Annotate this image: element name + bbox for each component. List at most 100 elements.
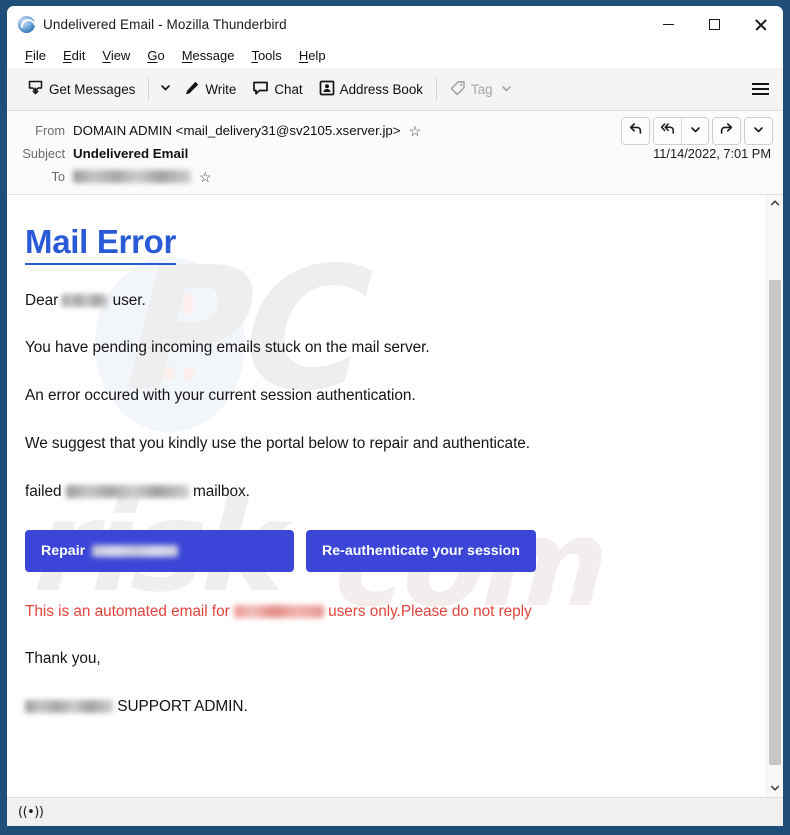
greeting-prefix: Dear	[25, 291, 59, 309]
reauthenticate-button[interactable]: Re-authenticate your session	[306, 529, 536, 572]
hamburger-menu-icon-bar2	[751, 88, 769, 90]
message-action-buttons	[621, 117, 773, 145]
failed-email-redacted	[65, 484, 189, 498]
scroll-up-button[interactable]	[767, 195, 783, 212]
chevron-down-icon	[690, 122, 701, 140]
address-book-button[interactable]: Address Book	[311, 74, 431, 104]
maximize-button[interactable]	[691, 6, 737, 43]
reply-all-group	[653, 117, 709, 145]
from-address[interactable]: DOMAIN ADMIN <mail_delivery31@sv2105.xse…	[73, 123, 401, 138]
failed-prefix: failed	[25, 482, 62, 500]
to-label: To	[51, 169, 65, 184]
get-messages-label: Get Messages	[49, 81, 136, 97]
menu-message[interactable]: Message	[174, 46, 244, 65]
scroll-thumb[interactable]	[769, 280, 781, 765]
forward-group	[712, 117, 741, 145]
write-button[interactable]: Write	[176, 74, 244, 104]
greeting-line: Dear user.	[25, 291, 744, 312]
speech-bubble-icon	[252, 80, 269, 99]
notice-domain-redacted	[233, 604, 324, 618]
email-content: PC risk com Mail Error Dear user. You ha…	[7, 195, 766, 797]
cta-button-row: Repair Re-authenticate your session	[25, 529, 744, 572]
write-label: Write	[205, 81, 237, 97]
to-value-wrap: ☆	[73, 170, 212, 184]
mail-error-heading: Mail Error	[25, 224, 176, 265]
get-messages-dropdown[interactable]	[154, 74, 176, 104]
reply-icon	[628, 121, 643, 141]
close-button[interactable]	[737, 6, 783, 43]
pencil-icon	[184, 80, 200, 99]
more-actions-group	[744, 117, 773, 145]
repair-domain-redacted	[92, 544, 179, 557]
minimize-button[interactable]	[645, 6, 691, 43]
failed-suffix: mailbox.	[192, 482, 250, 500]
subject-label: Subject	[22, 146, 65, 161]
tag-label: Tag	[471, 81, 493, 97]
chevron-down-icon	[770, 780, 780, 798]
reply-all-button[interactable]	[654, 118, 681, 144]
tag-icon	[450, 80, 466, 99]
chat-button[interactable]: Chat	[244, 74, 310, 104]
repair-button[interactable]: Repair	[25, 529, 294, 572]
menu-help[interactable]: Help	[291, 46, 335, 65]
signature-line: SUPPORT ADMIN.	[25, 697, 744, 718]
email-body-text: Mail Error Dear user. You have pending i…	[25, 224, 744, 718]
title-bar[interactable]: Undelivered Email - Mozilla Thunderbird	[7, 6, 783, 43]
inbox-download-icon	[27, 79, 44, 99]
reply-all-dropdown[interactable]	[681, 118, 708, 144]
failed-mailbox-line: failed mailbox.	[25, 482, 744, 503]
menu-tools[interactable]: Tools	[243, 46, 290, 65]
reply-all-icon	[660, 121, 676, 141]
maximize-icon	[708, 19, 720, 30]
contact-card-icon	[319, 80, 335, 99]
close-icon	[754, 18, 767, 31]
star-icon[interactable]: ☆	[409, 124, 422, 138]
to-address-redacted[interactable]	[73, 170, 191, 183]
from-label: From	[35, 123, 65, 138]
star-icon[interactable]: ☆	[199, 170, 212, 184]
chat-label: Chat	[274, 81, 303, 97]
menu-file[interactable]: File	[17, 46, 55, 65]
chevron-up-icon	[770, 195, 780, 213]
forward-button[interactable]	[713, 118, 740, 144]
menu-go[interactable]: Go	[139, 46, 173, 65]
thunderbird-window: Undelivered Email - Mozilla Thunderbird …	[7, 6, 783, 826]
to-row: To ☆	[17, 165, 773, 188]
notice-suffix: users only.Please do not reply	[328, 602, 532, 620]
notice-prefix: This is an automated email for	[25, 602, 230, 620]
minimize-icon	[662, 23, 674, 26]
hamburger-menu-icon	[751, 82, 769, 85]
scroll-track[interactable]	[767, 212, 783, 780]
menu-view[interactable]: View	[94, 46, 139, 65]
hamburger-menu-icon-bar3	[751, 93, 769, 96]
message-header: From DOMAIN ADMIN <mail_delivery31@sv210…	[7, 111, 783, 195]
toolbar-separator-2	[436, 78, 438, 100]
get-messages-button[interactable]: Get Messages	[19, 74, 143, 104]
repair-button-label: Repair	[41, 542, 86, 559]
message-scrollbar[interactable]	[766, 195, 783, 797]
reply-group	[621, 117, 650, 145]
greeting-domain-redacted	[62, 293, 109, 307]
scroll-down-button[interactable]	[767, 780, 783, 797]
menu-bar: File Edit View Go Message Tools Help	[7, 43, 783, 68]
message-date: 11/14/2022, 7:01 PM	[653, 146, 771, 161]
automated-notice-line: This is an automated email for users onl…	[25, 602, 744, 623]
app-menu-button[interactable]	[745, 74, 775, 104]
forward-icon	[719, 121, 734, 141]
window-title: Undelivered Email - Mozilla Thunderbird	[43, 17, 287, 32]
main-toolbar: Get Messages Write Chat Address Book Tag	[7, 68, 783, 111]
toolbar-separator-1	[148, 78, 150, 100]
signature-domain-redacted	[25, 700, 113, 714]
thank-you-line: Thank you,	[25, 650, 101, 668]
from-value-wrap: DOMAIN ADMIN <mail_delivery31@sv2105.xse…	[73, 123, 421, 138]
menu-edit[interactable]: Edit	[55, 46, 94, 65]
more-actions-dropdown[interactable]	[745, 118, 772, 144]
reply-button[interactable]	[622, 118, 649, 144]
tag-button[interactable]: Tag	[442, 74, 520, 104]
chevron-down-icon	[753, 122, 764, 140]
status-bar: ((•))	[7, 797, 783, 826]
window-frame: Undelivered Email - Mozilla Thunderbird …	[0, 0, 790, 835]
message-body-region: PC risk com Mail Error Dear user. You ha…	[7, 195, 783, 797]
connection-status-icon[interactable]: ((•))	[13, 803, 48, 822]
suggest-portal-line: We suggest that you kindly use the porta…	[25, 435, 531, 453]
